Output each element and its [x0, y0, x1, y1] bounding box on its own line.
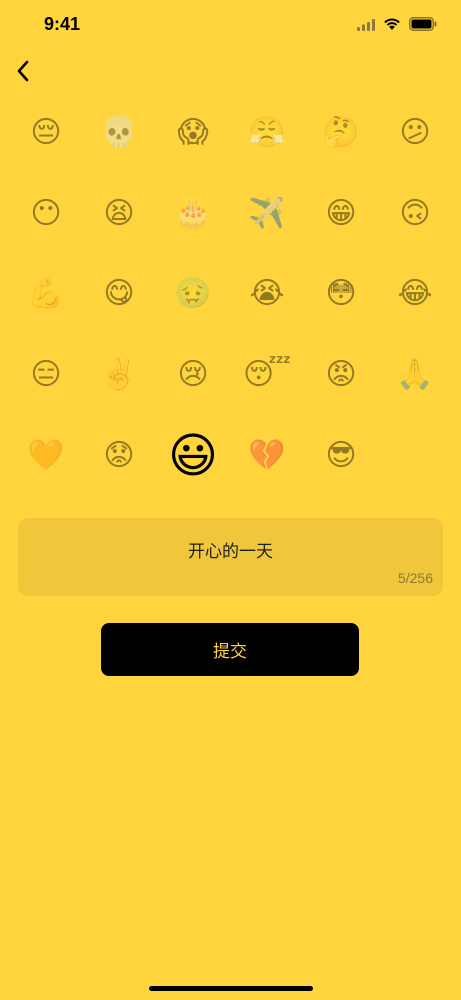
emoji-option-huffing-face[interactable]: 😤 — [237, 103, 297, 163]
emoji-option-crying-face[interactable]: 😢 — [163, 345, 223, 405]
confused-face-emoji: 😕 — [399, 115, 431, 150]
thinking-face-emoji: 🤔 — [322, 115, 360, 150]
emoji-option-flexed-biceps[interactable]: 💪 — [16, 264, 76, 324]
emoji-option-flushed-face[interactable]: 😳 — [311, 264, 371, 324]
emoji-option-loudly-crying-face[interactable]: 😭 — [237, 264, 297, 324]
emoji-option-tired-face[interactable]: 😫 — [89, 184, 149, 244]
crying-face-emoji: 😢 — [177, 357, 209, 392]
nauseated-face-emoji: 🤢 — [174, 276, 212, 311]
flexed-biceps-emoji: 💪 — [27, 276, 65, 311]
home-indicator — [149, 986, 313, 991]
emoji-option-worried-face[interactable]: 😟 — [89, 426, 149, 486]
note-text[interactable]: 开心的一天 — [18, 537, 443, 562]
emoji-option-beaming-face[interactable]: 😁 — [311, 184, 371, 244]
huffing-face-emoji: 😤 — [248, 115, 286, 150]
screaming-face-emoji: 😱 — [177, 115, 209, 150]
sleeping-face-emoji: 😴 — [242, 357, 292, 392]
emoji-option-upside-down-face[interactable]: 🙃 — [385, 184, 445, 244]
emoji-option-folded-hands[interactable]: 🙏 — [385, 345, 445, 405]
submit-button[interactable]: 提交 — [101, 623, 359, 676]
upside-down-face-emoji: 🙃 — [399, 196, 431, 231]
folded-hands-emoji: 🙏 — [396, 357, 434, 392]
airplane-emoji: ✈️ — [248, 196, 286, 231]
emoji-option-skull[interactable]: 💀 — [89, 103, 149, 163]
emoji-option-confused-face[interactable]: 😕 — [385, 103, 445, 163]
skull-emoji: 💀 — [100, 115, 138, 150]
pouting-face-emoji: 😡 — [325, 357, 357, 392]
emoji-option-nauseated-face[interactable]: 🤢 — [163, 264, 223, 324]
emoji-option-screaming-face[interactable]: 😱 — [163, 103, 223, 163]
pensive-face-emoji: 😔 — [30, 115, 62, 150]
emoji-option-birthday-cake[interactable]: 🎂 — [163, 184, 223, 244]
savoring-face-emoji: 😋 — [103, 276, 135, 311]
loudly-crying-face-emoji: 😭 — [249, 276, 285, 311]
tears-of-joy-face-emoji: 😂 — [397, 276, 433, 311]
broken-heart-emoji: 💔 — [248, 438, 286, 473]
emoji-grid: 😔 💀 😱 😤 🤔 😕 😶 😫 🎂 ✈️ 😁 🙃 💪 😋 🤢 😭 😳 😂 😑 ✌️ 😢 😴 😡 🙏 🧡 😟 😃 💔 😎 — [0, 0, 461, 500]
emoji-option-expressionless-face[interactable]: 😑 — [16, 345, 76, 405]
emoji-option-broken-heart[interactable]: 💔 — [237, 426, 297, 486]
emoji-option-thinking-face[interactable]: 🤔 — [311, 103, 371, 163]
emoji-option-orange-heart[interactable]: 🧡 — [16, 426, 76, 486]
emoji-option-airplane[interactable]: ✈️ — [237, 184, 297, 244]
victory-hand-emoji: ✌️ — [100, 357, 138, 392]
emoji-option-victory-hand[interactable]: ✌️ — [89, 345, 149, 405]
character-count: 5/256 — [397, 570, 433, 586]
emoji-option-sleeping-face[interactable]: 😴 — [237, 345, 297, 405]
expressionless-face-emoji: 😑 — [30, 357, 62, 392]
beaming-face-emoji: 😁 — [325, 196, 357, 231]
emoji-option-pouting-face[interactable]: 😡 — [311, 345, 371, 405]
sunglasses-face-emoji: 😎 — [325, 438, 357, 473]
emoji-option-grinning-face[interactable]: 😃 — [163, 426, 223, 486]
tired-face-emoji: 😫 — [103, 196, 135, 231]
emoji-option-tears-of-joy-face[interactable]: 😂 — [385, 264, 445, 324]
face-without-mouth-emoji: 😶 — [30, 196, 62, 231]
note-input[interactable]: 开心的一天 5/256 — [18, 518, 443, 596]
emoji-option-sunglasses-face[interactable]: 😎 — [311, 426, 371, 486]
flushed-face-emoji: 😳 — [325, 276, 357, 311]
emoji-option-face-without-mouth[interactable]: 😶 — [16, 184, 76, 244]
emoji-option-pensive-face[interactable]: 😔 — [16, 103, 76, 163]
grinning-face-emoji: 😃 — [167, 428, 219, 484]
birthday-cake-emoji: 🎂 — [174, 196, 212, 231]
emoji-option-savoring-face[interactable]: 😋 — [89, 264, 149, 324]
orange-heart-emoji: 🧡 — [27, 438, 65, 473]
worried-face-emoji: 😟 — [103, 438, 135, 473]
